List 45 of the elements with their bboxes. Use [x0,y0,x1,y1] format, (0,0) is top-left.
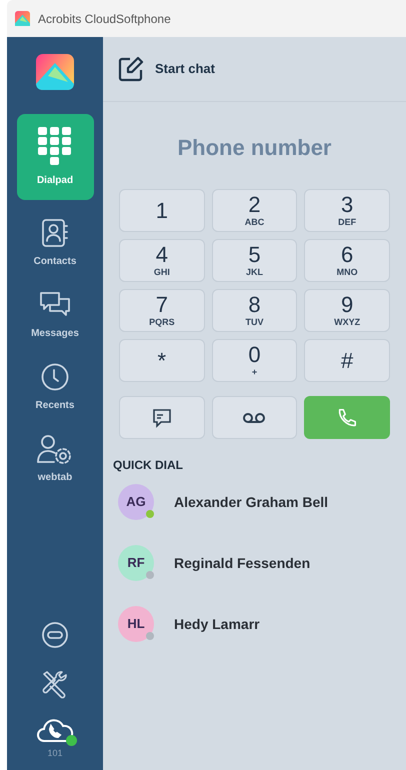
do-not-disturb-icon[interactable] [41,620,69,648]
contact-name: Alexander Graham Bell [174,492,328,512]
dial-key[interactable]: 2 ABC [212,189,298,232]
quick-dial-contact[interactable]: HL Hedy Lamarr [118,606,391,642]
clock-icon [40,362,70,392]
dial-key[interactable]: 4 GHI [119,239,205,282]
app-logo-icon [15,11,30,26]
dial-key[interactable]: # [304,339,390,382]
phone-icon [336,406,358,428]
window-title: Acrobits CloudSoftphone [38,10,171,28]
voicemail-icon [243,412,266,424]
dial-key[interactable]: 0 + [212,339,298,382]
address-book-icon [41,218,69,248]
tools-icon[interactable] [40,668,70,698]
sidebar-tab[interactable]: Recents [16,358,94,416]
contact-name: Reginald Fessenden [174,554,310,573]
cloud-phone-icon[interactable] [36,716,74,742]
phone-number-field[interactable]: Phone number [103,131,406,165]
quick-dial-contact[interactable]: RF Reginald Fessenden [118,545,391,581]
dial-key[interactable]: 9 WXYZ [304,289,390,332]
dialpad-icon [38,126,72,164]
dial-key[interactable]: 5 JKL [212,239,298,282]
dial-key[interactable]: * [119,339,205,382]
start-chat-button[interactable]: Start chat [103,37,406,102]
avatar: AG [118,484,154,520]
section-heading: QUICK DIAL [112,457,184,474]
dial-key[interactable]: 7 PQRS [119,289,205,332]
dial-key[interactable]: 6 MNO [304,239,390,282]
sidebar-tab[interactable]: Messages [16,286,94,344]
contact-name: Hedy Lamarr [174,614,260,634]
quick-dial-contact[interactable]: AG Alexander Graham Bell [118,484,391,520]
voicemail-button[interactable] [212,396,298,439]
compose-icon [117,55,145,83]
dial-key[interactable]: 8 TUV [212,289,298,332]
message-icon [152,408,172,428]
message-button[interactable] [119,396,205,439]
user-gear-icon [36,434,74,464]
dial-key[interactable]: 1 [119,189,205,232]
dial-key[interactable]: 3 DEF [304,189,390,232]
sidebar-tab[interactable]: webtab [16,430,94,488]
sidebar-tab[interactable]: Contacts [16,214,94,272]
avatar: HL [118,606,154,642]
app-logo-icon [36,54,74,90]
account-number: 101 [47,746,63,760]
avatar: RF [118,545,154,581]
